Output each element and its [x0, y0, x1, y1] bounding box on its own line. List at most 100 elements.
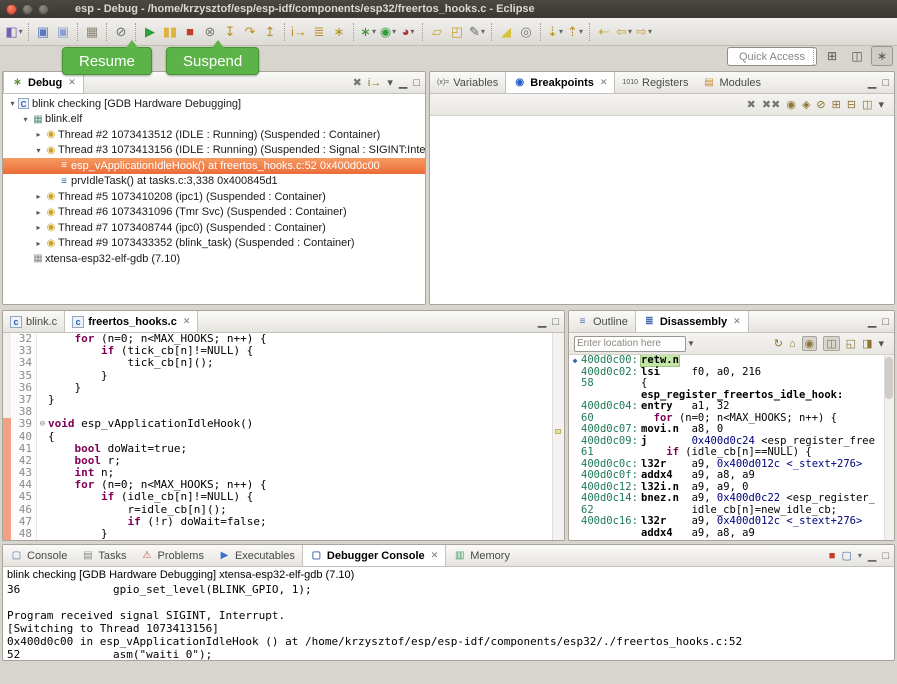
tab-variables[interactable]: (x)=Variables — [430, 72, 505, 93]
annotation-margin[interactable] — [3, 431, 11, 443]
pin-view-icon[interactable]: ◨ — [862, 337, 872, 350]
annotation-margin[interactable] — [3, 516, 11, 528]
debug-tree-row[interactable]: ▾▦blink.elf — [3, 112, 425, 128]
tab-outline[interactable]: ≡Outline — [569, 311, 635, 332]
console-output[interactable]: blink checking [GDB Hardware Debugging] … — [3, 567, 894, 660]
save-all-icon[interactable]: ▣ — [53, 21, 73, 43]
tab-disassembly[interactable]: ≣Disassembly✕ — [635, 311, 749, 332]
show-source-icon[interactable]: ◫ — [823, 336, 839, 351]
annotation-margin[interactable] — [3, 491, 11, 503]
annotation-margin[interactable] — [3, 467, 11, 479]
dropdown-arrow-icon[interactable]: ▾ — [410, 27, 414, 36]
tab-problems[interactable]: ⚠Problems — [133, 545, 210, 566]
minimize-icon[interactable]: ▁ — [868, 315, 876, 328]
open-folder-icon[interactable]: ▱ — [427, 21, 447, 43]
scrollbar-thumb[interactable] — [885, 357, 893, 399]
dropdown-arrow-icon[interactable]: ▾ — [628, 27, 632, 36]
expander-icon[interactable]: ▾ — [20, 115, 31, 124]
show-threads-icon[interactable]: ≣ — [309, 21, 329, 43]
close-icon[interactable]: ✕ — [68, 77, 76, 88]
annotation-margin[interactable] — [3, 333, 11, 345]
debug-tree-row[interactable]: ▾Cblink checking [GDB Hardware Debugging… — [3, 96, 425, 112]
editor-line[interactable]: 34 tick_cb[n](); — [3, 357, 564, 369]
cpp-perspective-icon[interactable]: ◫ — [846, 46, 868, 66]
close-icon[interactable]: ✕ — [733, 316, 741, 327]
close-icon[interactable]: ✕ — [183, 316, 191, 327]
disassembly-scrollbar[interactable] — [884, 355, 894, 540]
editor-line[interactable]: 46 r=idle_cb[n](); — [3, 504, 564, 516]
close-icon[interactable]: ✕ — [600, 77, 608, 88]
dropdown-arrow-icon[interactable]: ▾ — [392, 27, 396, 36]
disassembly-row[interactable]: 58{ — [569, 378, 894, 390]
tab-executables[interactable]: ▶Executables — [211, 545, 302, 566]
disassembly-row[interactable]: addx4 a9, a8, a9 — [569, 528, 894, 540]
debug-tree-row[interactable]: ▸◉Thread #5 1073410208 (ipc1) (Suspended… — [3, 189, 425, 205]
save-icon[interactable]: ▣ — [33, 21, 53, 43]
open-resource-icon[interactable]: ◰ — [447, 21, 467, 43]
new-wizard-icon[interactable]: ◧▾ — [4, 21, 24, 43]
remove-all-breakpoints-icon[interactable]: ✖✖ — [762, 98, 780, 111]
maximize-icon[interactable]: □ — [882, 316, 889, 328]
tab-breakpoints[interactable]: ◉Breakpoints✕ — [505, 72, 615, 93]
home-icon[interactable]: ⌂ — [789, 338, 796, 350]
annotation-margin[interactable] — [3, 504, 11, 516]
go-to-file-for-breakpoint-icon[interactable]: ◈ — [802, 98, 810, 111]
disassembly-row[interactable]: ◆400d0c00:retw.n — [569, 355, 894, 367]
build-icon[interactable]: ▦ — [82, 21, 102, 43]
annotation-margin[interactable] — [3, 479, 11, 491]
suspend-icon[interactable]: ▮▮ — [160, 21, 180, 43]
editor-line[interactable]: 39⊖void esp_vApplicationIdleHook() — [3, 418, 564, 430]
expander-icon[interactable]: ▸ — [33, 239, 44, 248]
editor-tab-blink-c[interactable]: cblink.c — [3, 311, 64, 332]
debug-tree-row-selected[interactable]: ≡esp_vApplicationIdleHook() at freertos_… — [3, 158, 425, 174]
annotation-margin[interactable] — [3, 370, 11, 382]
instruction-stepping-mode-icon[interactable]: i→ — [368, 77, 381, 89]
debug-tree-row[interactable]: ▾◉Thread #3 1073413156 (IDLE : Running) … — [3, 143, 425, 159]
minimize-icon[interactable]: ▁ — [868, 549, 876, 562]
overview-marker[interactable] — [555, 429, 561, 434]
debug-icon[interactable]: ∗▾ — [358, 21, 378, 43]
previous-annotation-icon[interactable]: ⇡▾ — [565, 21, 585, 43]
window-close-button[interactable] — [6, 4, 17, 15]
dropdown-arrow-icon[interactable]: ▾ — [579, 27, 583, 36]
minimize-icon[interactable]: ▁ — [399, 76, 407, 89]
annotation-margin[interactable] — [3, 406, 11, 418]
editor-tab-freertos-hooks-c[interactable]: cfreertos_hooks.c✕ — [64, 311, 198, 332]
edit-icon[interactable]: ✎▾ — [467, 21, 487, 43]
open-new-view-icon[interactable]: ◱ — [846, 337, 856, 350]
remove-all-terminated-icon[interactable]: ✖ — [353, 76, 362, 89]
fold-collapse-icon[interactable]: ⊖ — [37, 418, 48, 430]
debug-tree-row[interactable]: ▸◉Thread #2 1073413512 (IDLE : Running) … — [3, 127, 425, 143]
remove-selected-breakpoints-icon[interactable]: ✖ — [747, 98, 756, 111]
view-menu-icon[interactable]: ▾ — [878, 98, 884, 111]
skip-all-breakpoints-icon[interactable]: ⊘ — [816, 98, 825, 111]
expander-icon[interactable]: ▸ — [33, 208, 44, 217]
expander-icon[interactable]: ▾ — [33, 146, 44, 155]
show-breakpoints-for-selected-icon[interactable]: ◉ — [786, 98, 796, 111]
annotation-margin[interactable] — [3, 357, 11, 369]
refresh-icon[interactable]: ↻ — [774, 337, 783, 350]
step-return-icon[interactable]: ↥ — [260, 21, 280, 43]
preview-icon[interactable]: ◎ — [516, 21, 536, 43]
overview-ruler[interactable] — [552, 333, 564, 541]
dropdown-arrow-icon[interactable]: ▾ — [481, 27, 485, 36]
disassembly-row[interactable]: 400d0c04:entry a1, 32 — [569, 401, 894, 413]
use-step-filters-icon[interactable]: ∗ — [329, 21, 349, 43]
disassembly-row[interactable]: 400d0c16:l32r a9, 0x400d012c <_stext+276… — [569, 516, 894, 528]
disassembly-listing[interactable]: ◆400d0c00:retw.n400d0c02:lsi f0, a0, 216… — [569, 355, 894, 540]
window-minimize-button[interactable] — [22, 4, 33, 15]
debug-tree-row[interactable]: ▸◉Thread #7 1073408744 (ipc0) (Suspended… — [3, 220, 425, 236]
profile-icon[interactable]: ◕▾ — [398, 21, 418, 43]
display-selected-console-icon[interactable]: ▢ — [841, 549, 851, 562]
expander-icon[interactable]: ▸ — [33, 192, 44, 201]
last-edit-location-icon[interactable]: ⇠ — [594, 21, 614, 43]
minimize-icon[interactable]: ▁ — [538, 315, 546, 328]
forward-icon[interactable]: ⇨▾ — [634, 21, 654, 43]
maximize-icon[interactable]: □ — [552, 316, 559, 328]
maximize-icon[interactable]: □ — [413, 77, 420, 89]
highlighter-icon[interactable]: ◢ — [496, 21, 516, 43]
dropdown-arrow-icon[interactable]: ▾ — [372, 27, 376, 36]
link-with-debug-view-icon[interactable]: ◫ — [862, 98, 872, 111]
sync-with-active-context-icon[interactable]: ◉ — [802, 336, 818, 351]
location-dropdown-icon[interactable]: ▼ — [687, 339, 695, 348]
